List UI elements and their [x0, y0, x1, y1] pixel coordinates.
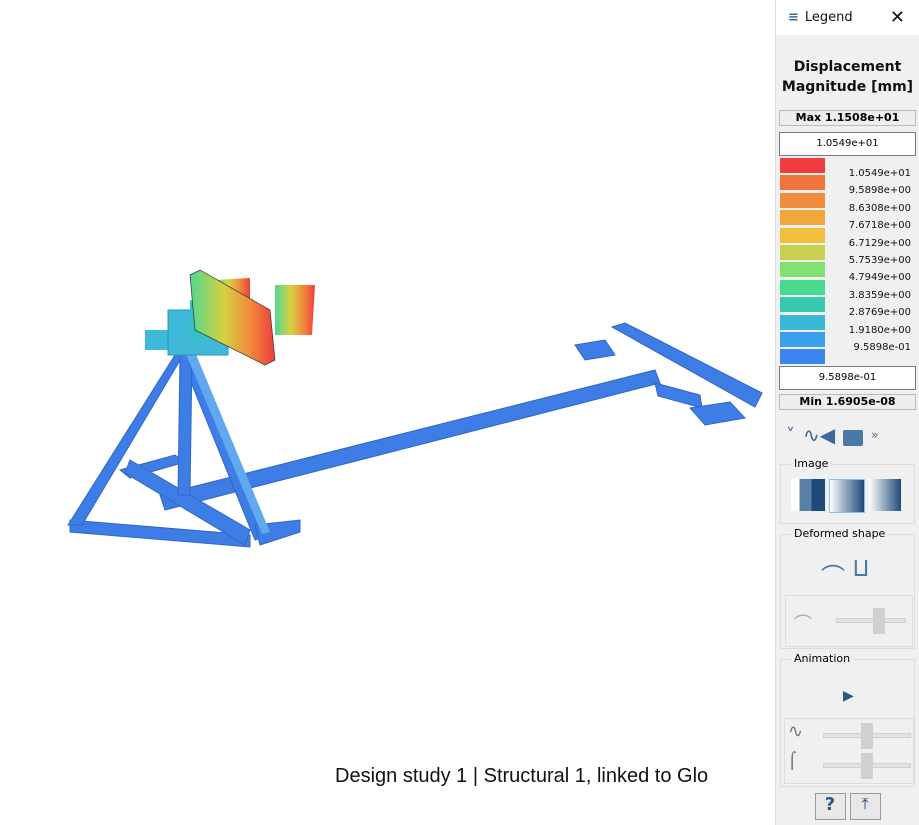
banded-image-button[interactable] — [791, 479, 825, 511]
scale-label: 9.5898e+00 — [848, 185, 911, 197]
deformation-scale-thumb[interactable] — [873, 608, 885, 634]
image-section: Image — [780, 457, 915, 524]
color-swatch — [780, 192, 825, 208]
max-value: Max 1.1508e+01 — [779, 110, 916, 126]
curve-icon: ⌠ — [788, 751, 797, 770]
probe-curve-icon[interactable]: ∿◀ — [803, 423, 835, 447]
color-swatch — [780, 210, 825, 226]
lower-bound-input[interactable]: 9.5898e-01 — [779, 366, 916, 390]
color-swatch — [780, 158, 825, 173]
scale-label: 4.7949e+00 — [848, 272, 911, 284]
scale-label: 3.8359e+00 — [848, 289, 911, 301]
study-caption: Design study 1 | Structural 1, linked to… — [335, 765, 709, 787]
animation-controls: ∿ ⌠ — [784, 718, 914, 784]
speed-thumb[interactable] — [861, 723, 873, 749]
scale-label: 2.8769e+00 — [848, 307, 911, 319]
legend-panel: ≡ Legend ✕ Displacement Magnitude [mm] M… — [775, 0, 919, 825]
min-value: Min 1.6905e-08 — [779, 394, 916, 410]
close-icon[interactable]: ✕ — [890, 7, 905, 28]
deformation-scale-icon: ⌒ — [794, 614, 812, 635]
color-scale: 1.0549e+01 9.5898e+00 8.6308e+00 7.6718e+00… — [776, 158, 919, 366]
scale-label: 9.5898e-01 — [853, 342, 911, 353]
color-swatch — [780, 332, 825, 347]
deformation-scale-slider[interactable] — [836, 618, 906, 623]
help-button[interactable]: ? — [814, 793, 846, 820]
deformation-scale-group: ⌒ — [785, 595, 913, 647]
scale-label: 5.7539e+00 — [848, 255, 911, 266]
scale-label: 7.6718e+00 — [848, 220, 911, 232]
frequency-icon: ∿ — [788, 721, 804, 742]
deformed-shape-icon[interactable]: ⌒ — [821, 557, 845, 592]
color-swatch — [780, 279, 825, 295]
export-button[interactable]: ⤒ — [849, 793, 881, 820]
undeformed-overlay-icon[interactable]: ⨿ — [853, 557, 869, 582]
deformed-shape-section: Deformed shape ⌒ ⨿ ⌒ — [780, 527, 915, 649]
scale-label: 1.9180e+00 — [848, 324, 911, 336]
smooth-banded-image-button[interactable] — [829, 479, 865, 513]
3d-viewport[interactable]: Design study 1 | Structural 1, linked to… — [0, 0, 775, 825]
color-swatch — [780, 227, 825, 243]
lock-icon[interactable] — [843, 430, 864, 446]
steps-thumb[interactable] — [861, 753, 873, 779]
more-icon[interactable]: » — [871, 428, 878, 442]
mount-head — [145, 269, 315, 366]
play-icon[interactable]: ▶ — [843, 688, 854, 704]
gradient-image-button[interactable] — [869, 479, 901, 511]
scale-label: 1.0549e+01 — [848, 168, 911, 179]
animation-section-label: Animation — [791, 652, 854, 665]
upper-bound-input[interactable]: 1.0549e+01 — [779, 132, 916, 156]
scale-label: 6.7129e+00 — [848, 237, 911, 249]
legend-title: Legend — [804, 10, 853, 25]
structure-model — [67, 269, 763, 548]
heading-line-2: Magnitude [mm] — [781, 79, 914, 95]
result-heading: Displacement Magnitude [mm] — [776, 57, 919, 97]
color-swatch — [780, 262, 825, 278]
animation-section: Animation ▶ ∿ ⌠ — [780, 652, 915, 787]
color-swatch — [780, 245, 825, 260]
color-swatch — [780, 349, 825, 365]
heading-line-1: Displacement — [793, 59, 902, 75]
legend-icon: ≡ — [788, 10, 799, 25]
axis-triad-icon[interactable]: ˅ — [786, 425, 795, 446]
image-section-label: Image — [791, 457, 832, 470]
color-swatch — [780, 175, 825, 191]
legend-header: ≡ Legend ✕ — [776, 0, 919, 35]
color-swatch — [780, 297, 825, 313]
deformed-section-label: Deformed shape — [791, 527, 889, 540]
scale-label: 8.6308e+00 — [848, 202, 911, 214]
color-swatch — [780, 314, 825, 330]
